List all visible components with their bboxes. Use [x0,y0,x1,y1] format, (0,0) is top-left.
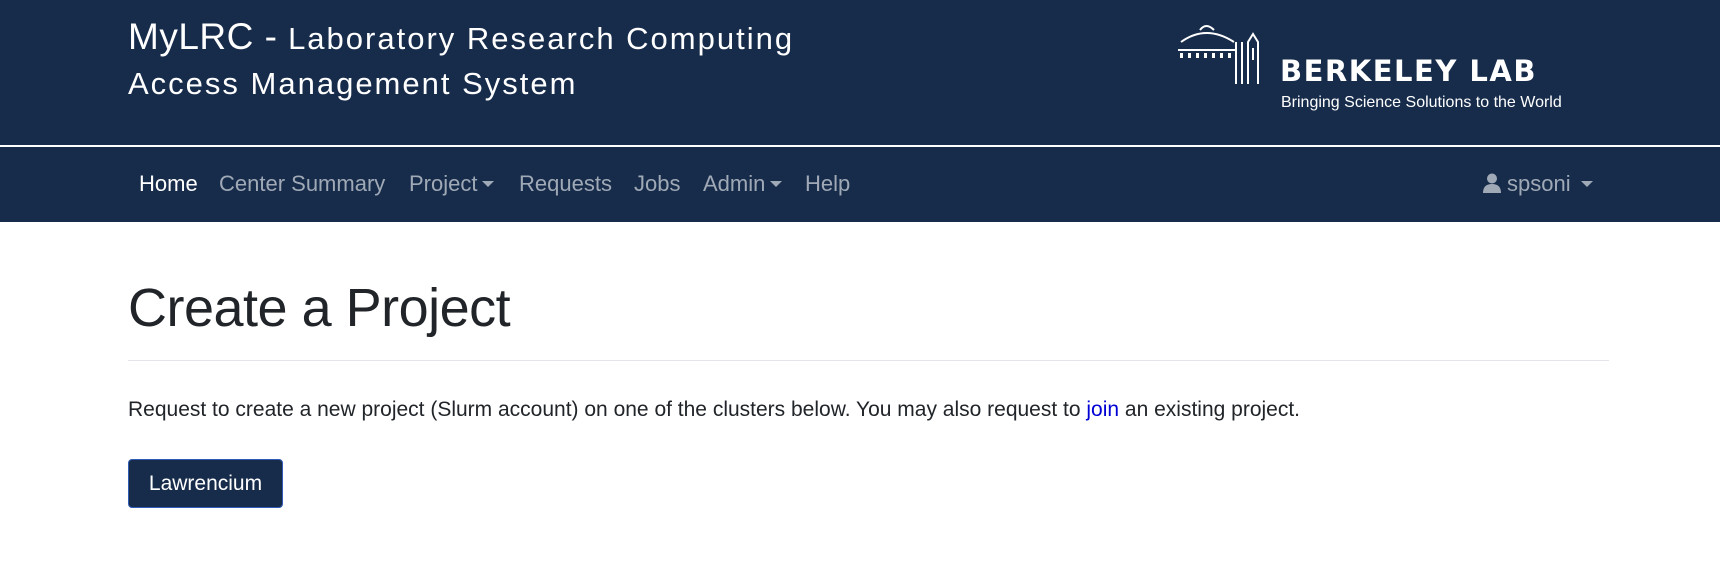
join-project-link[interactable]: join [1086,398,1119,421]
main-navbar: Home Center Summary Project Requests Job… [0,147,1720,222]
nav-jobs[interactable]: Jobs [634,171,680,197]
intro-text-before: Request to create a new project (Slurm a… [128,398,1087,421]
chevron-down-icon [482,181,495,187]
intro-text: Request to create a new project (Slurm a… [128,398,1300,422]
page-title: Create a Project [128,278,511,338]
site-brand[interactable]: MyLRC - Laboratory Research Computing Ac… [128,14,794,106]
chevron-down-icon [1580,181,1593,187]
nav-help[interactable]: Help [805,171,850,197]
intro-text-after: an existing project. [1119,398,1301,421]
user-menu-dropdown[interactable]: spsoni [1483,171,1593,197]
nav-project-dropdown[interactable]: Project [409,171,495,197]
title-divider [128,360,1609,361]
berkeley-lab-logo[interactable]: BERKELEY LAB Bringing Science Solutions … [1178,20,1578,120]
brand-name: MyLRC - [128,16,278,57]
nav-project-label: Project [409,171,478,196]
logo-tagline: Bringing Science Solutions to the World [1281,94,1562,111]
nav-requests[interactable]: Requests [519,171,612,197]
nav-home[interactable]: Home [139,171,198,197]
nav-admin-dropdown[interactable]: Admin [703,171,783,197]
building-icon [1178,25,1259,84]
brand-line-2: Access Management System [128,66,578,101]
site-header: MyLRC - Laboratory Research Computing Ac… [0,0,1720,146]
user-name: spsoni [1507,171,1571,196]
user-icon [1483,173,1501,193]
logo-name: BERKELEY LAB [1280,54,1537,88]
brand-line-1: Laboratory Research Computing [277,21,795,56]
chevron-down-icon [770,181,783,187]
lawrencium-cluster-button[interactable]: Lawrencium [128,459,283,508]
nav-admin-label: Admin [703,171,766,196]
nav-center-summary[interactable]: Center Summary [219,171,385,197]
